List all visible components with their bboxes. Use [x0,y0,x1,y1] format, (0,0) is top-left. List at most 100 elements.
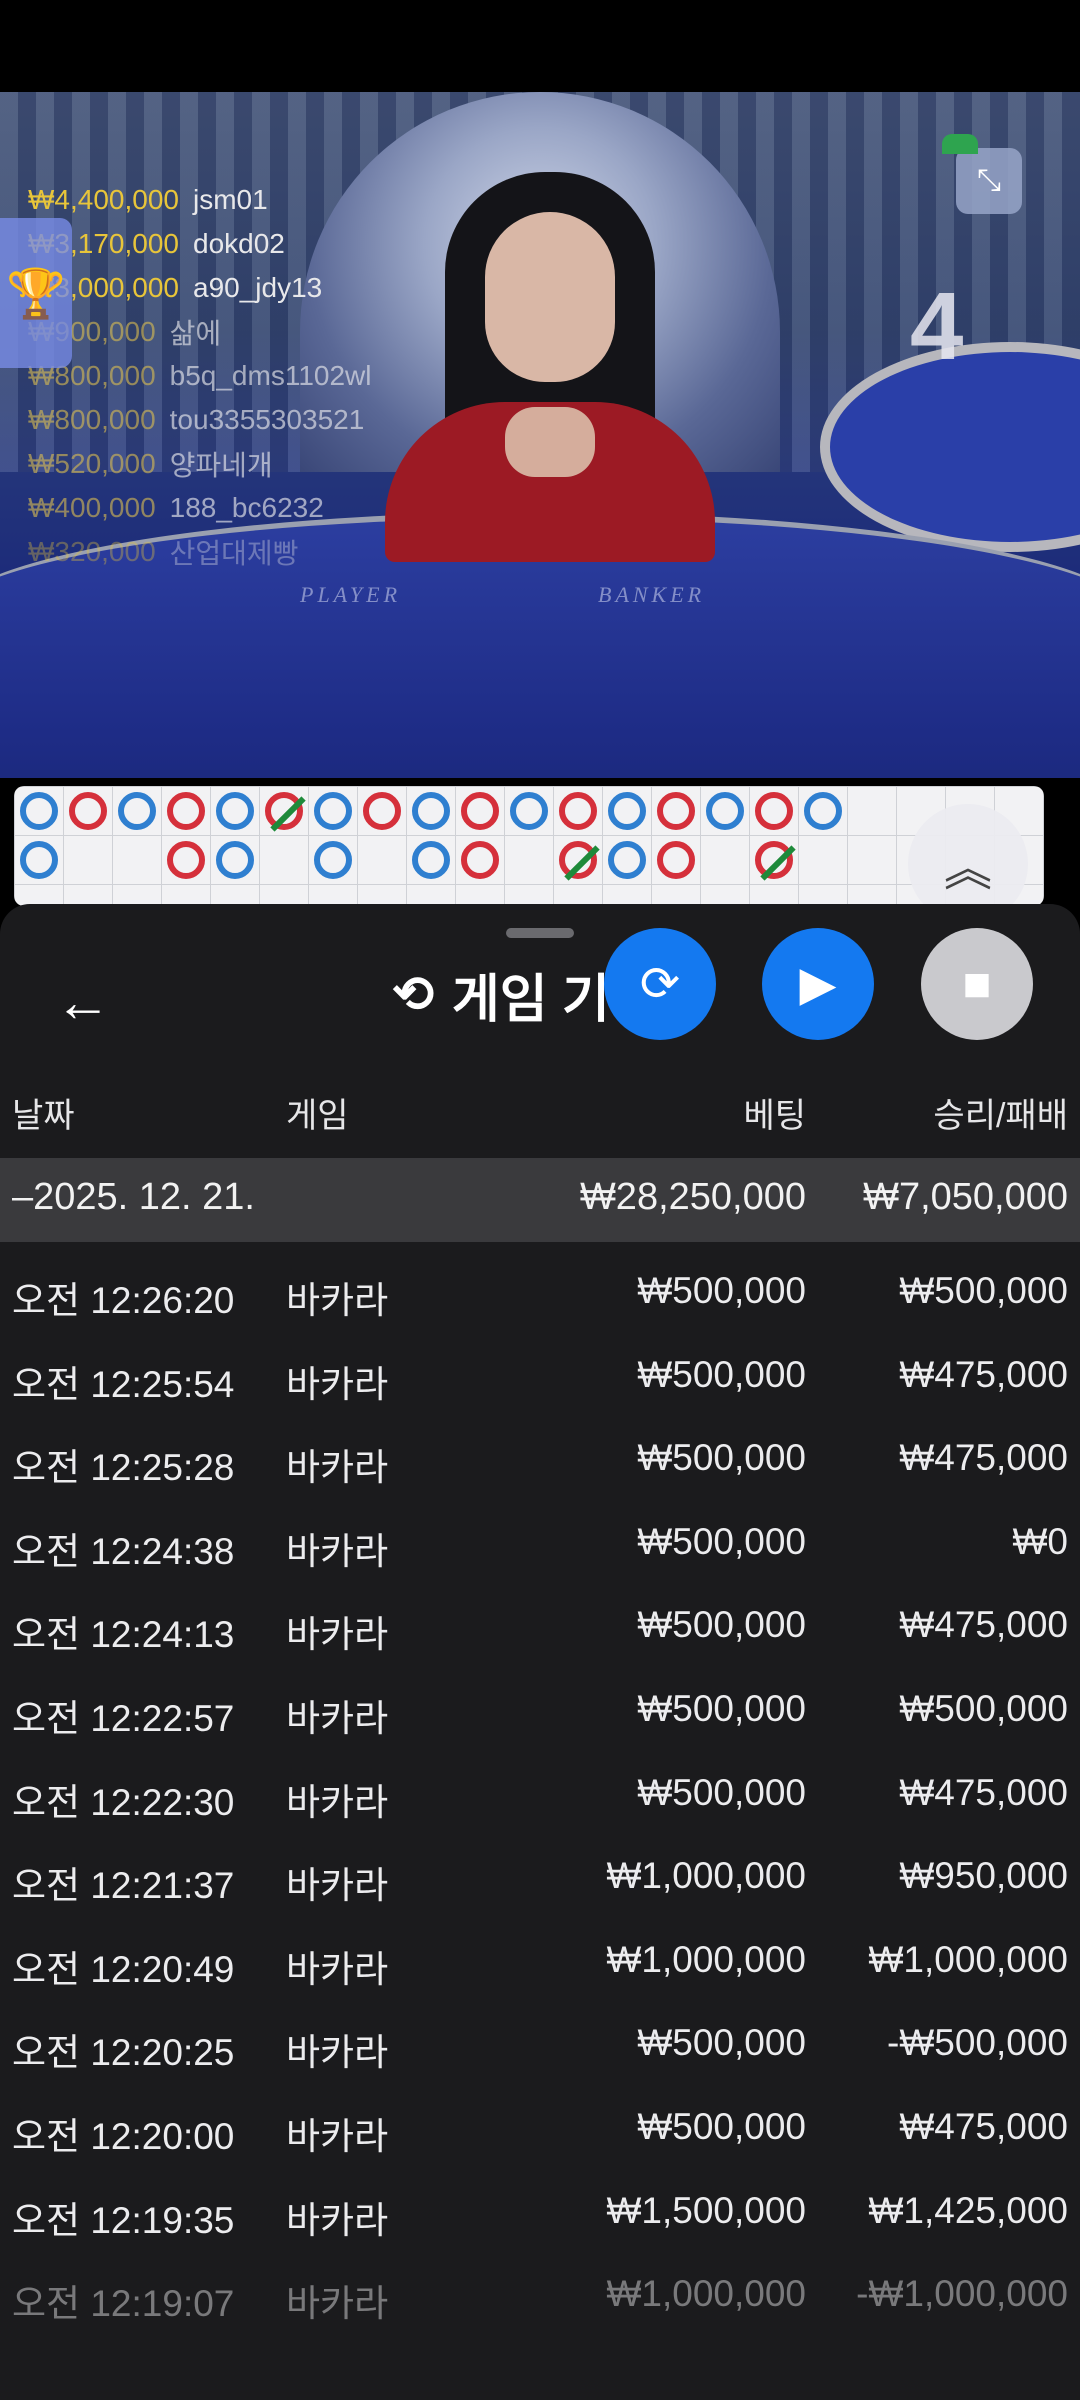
bead-banker [657,841,695,879]
table-row[interactable]: 오전 12:20:49 바카라 ₩1,000,000 ₩1,000,000 [0,1919,1080,2003]
trophy-button[interactable]: 🏆 [0,218,72,368]
bead-player [216,841,254,879]
leaderboard-row: ₩3,170,000 dokd02 [28,222,371,266]
table-row[interactable]: 오전 12:26:20 바카라 ₩500,000 ₩500,000 [0,1250,1080,1334]
drag-handle[interactable] [506,928,574,938]
bead-banker [461,792,499,830]
bead-banker-tie [755,841,796,881]
back-button[interactable]: ← [48,966,118,1036]
winners-leaderboard: ₩4,400,000 jsm01 ₩3,170,000 dokd02 ₩3,000,… [28,178,371,574]
bead-player [216,792,254,830]
row-game: 바카라 [286,1447,389,1489]
row-time: 오전 12:24:38 [12,1530,235,1572]
row-time: 오전 12:20:49 [12,1948,235,1990]
row-winloss: ₩475,000 [899,1437,1068,1479]
trophy-icon: 🏆 [6,267,66,321]
leaderboard-amount: ₩320,000 [28,536,156,567]
rotate-icon: ⟳ [639,958,681,1011]
leaderboard-row: ₩800,000 b5q_dms1102wl [28,354,371,398]
table-row[interactable]: 오전 12:25:28 바카라 ₩500,000 ₩475,000 [0,1417,1080,1501]
row-bet: ₩500,000 [637,1270,806,1311]
table-row[interactable]: 오전 12:20:25 바카라 ₩500,000 -₩500,000 [0,2002,1080,2086]
collapse-video-button[interactable]: ⤡ [942,134,1022,214]
table-row[interactable]: 오전 12:19:35 바카라 ₩1,500,000 ₩1,425,000 [0,2170,1080,2254]
bead-player [412,841,450,879]
bead-player [510,792,548,830]
bead-player [118,792,156,830]
table-row[interactable]: 오전 12:25:54 바카라 ₩500,000 ₩475,000 [0,1334,1080,1418]
row-game: 바카라 [286,2199,389,2241]
row-time: 오전 12:21:37 [12,1865,235,1907]
bead-player [314,841,352,879]
bead-player [608,792,646,830]
table-label-player: PLAYER [300,582,402,607]
replay-icon: ▶ [799,958,837,1011]
row-winloss: ₩1,000,000 [868,1938,1068,1980]
table-row[interactable]: 오전 12:21:37 바카라 ₩1,000,000 ₩950,000 [0,1835,1080,1919]
row-winloss: ₩500,000 [899,1687,1068,1729]
row-game: 바카라 [286,2115,389,2157]
row-bet: ₩1,500,000 [606,2189,806,2231]
date-group-row[interactable]: –2025. 12. 21. ₩28,250,000 ₩7,050,000 [0,1158,1080,1242]
bead-player [804,792,842,830]
bead-player [412,792,450,830]
table-row[interactable]: 오전 12:19:07 바카라 ₩1,000,000 -₩1,000,000 [0,2253,1080,2337]
round-number: 4 [910,273,964,380]
column-header-winloss[interactable]: 승리/패배 [933,1088,1068,1137]
leaderboard-amount: ₩800,000 [28,404,156,435]
row-bet: ₩500,000 [637,1520,806,1562]
bead-banker [657,792,695,830]
row-winloss: ₩500,000 [899,1270,1068,1311]
bead-road [14,786,1044,906]
row-bet: ₩500,000 [637,2105,806,2147]
row-winloss: ₩475,000 [899,1353,1068,1395]
column-header-date[interactable]: 날짜 [12,1088,75,1137]
leaderboard-amount: ₩520,000 [28,448,156,479]
column-header-game[interactable]: 게임 [286,1088,349,1137]
leaderboard-row: ₩320,000 산업대제빵 [28,530,371,574]
bead-banker [167,792,205,830]
date-group-bet-total: ₩28,250,000 [579,1176,806,1218]
row-bet: ₩1,000,000 [606,2273,806,2315]
replay-button[interactable]: ▶ [762,928,874,1040]
leaderboard-user: jsm01 [193,184,268,215]
table-row[interactable]: 오전 12:20:00 바카라 ₩500,000 ₩475,000 [0,2086,1080,2170]
bead-banker-tie [265,792,306,832]
row-game: 바카라 [286,1781,389,1823]
leaderboard-user: tou3355303521 [169,404,365,435]
table-row[interactable]: 오전 12:24:13 바카라 ₩500,000 ₩475,000 [0,1584,1080,1668]
bead-banker [755,792,793,830]
row-time: 오전 12:26:20 [12,1280,235,1321]
rotate-button[interactable]: ⟳ [604,928,716,1040]
table-label-banker: BANKER [598,582,706,607]
table-row[interactable]: 오전 12:24:38 바카라 ₩500,000 ₩0 [0,1501,1080,1585]
table-row[interactable]: 오전 12:22:57 바카라 ₩500,000 ₩500,000 [0,1668,1080,1752]
double-chevron-up-icon: ︽ [943,843,992,896]
leaderboard-user: dokd02 [193,228,285,259]
bead-banker [461,841,499,879]
leaderboard-user: 삶에 [169,318,222,349]
leaderboard-user: 188_bc6232 [169,492,324,523]
leaderboard-user: b5q_dms1102wl [169,360,372,391]
leaderboard-row: ₩900,000 삶에 [28,310,371,354]
row-winloss: ₩950,000 [899,1855,1068,1897]
collapse-icon: ⤡ [977,164,1001,197]
row-game: 바카라 [286,1697,389,1739]
column-header-bet[interactable]: 베팅 [743,1088,806,1137]
stop-button[interactable]: ■ [921,928,1033,1040]
row-winloss: ₩475,000 [899,1604,1068,1646]
bead-banker [559,792,597,830]
bead-banker [363,792,401,830]
row-winloss: ₩475,000 [899,1771,1068,1813]
leaderboard-row: ₩400,000 188_bc6232 [28,486,371,530]
row-winloss: ₩0 [1012,1520,1069,1562]
row-game: 바카라 [286,1614,389,1656]
leaderboard-row: ₩520,000 양파네개 [28,442,371,486]
row-time: 오전 12:24:13 [12,1614,235,1656]
bead-player [706,792,744,830]
table-row[interactable]: 오전 12:22:30 바카라 ₩500,000 ₩475,000 [0,1752,1080,1836]
row-game: 바카라 [286,1280,389,1321]
row-time: 오전 12:20:00 [12,2115,235,2157]
bead-banker [167,841,205,879]
row-bet: ₩1,000,000 [606,1938,806,1980]
